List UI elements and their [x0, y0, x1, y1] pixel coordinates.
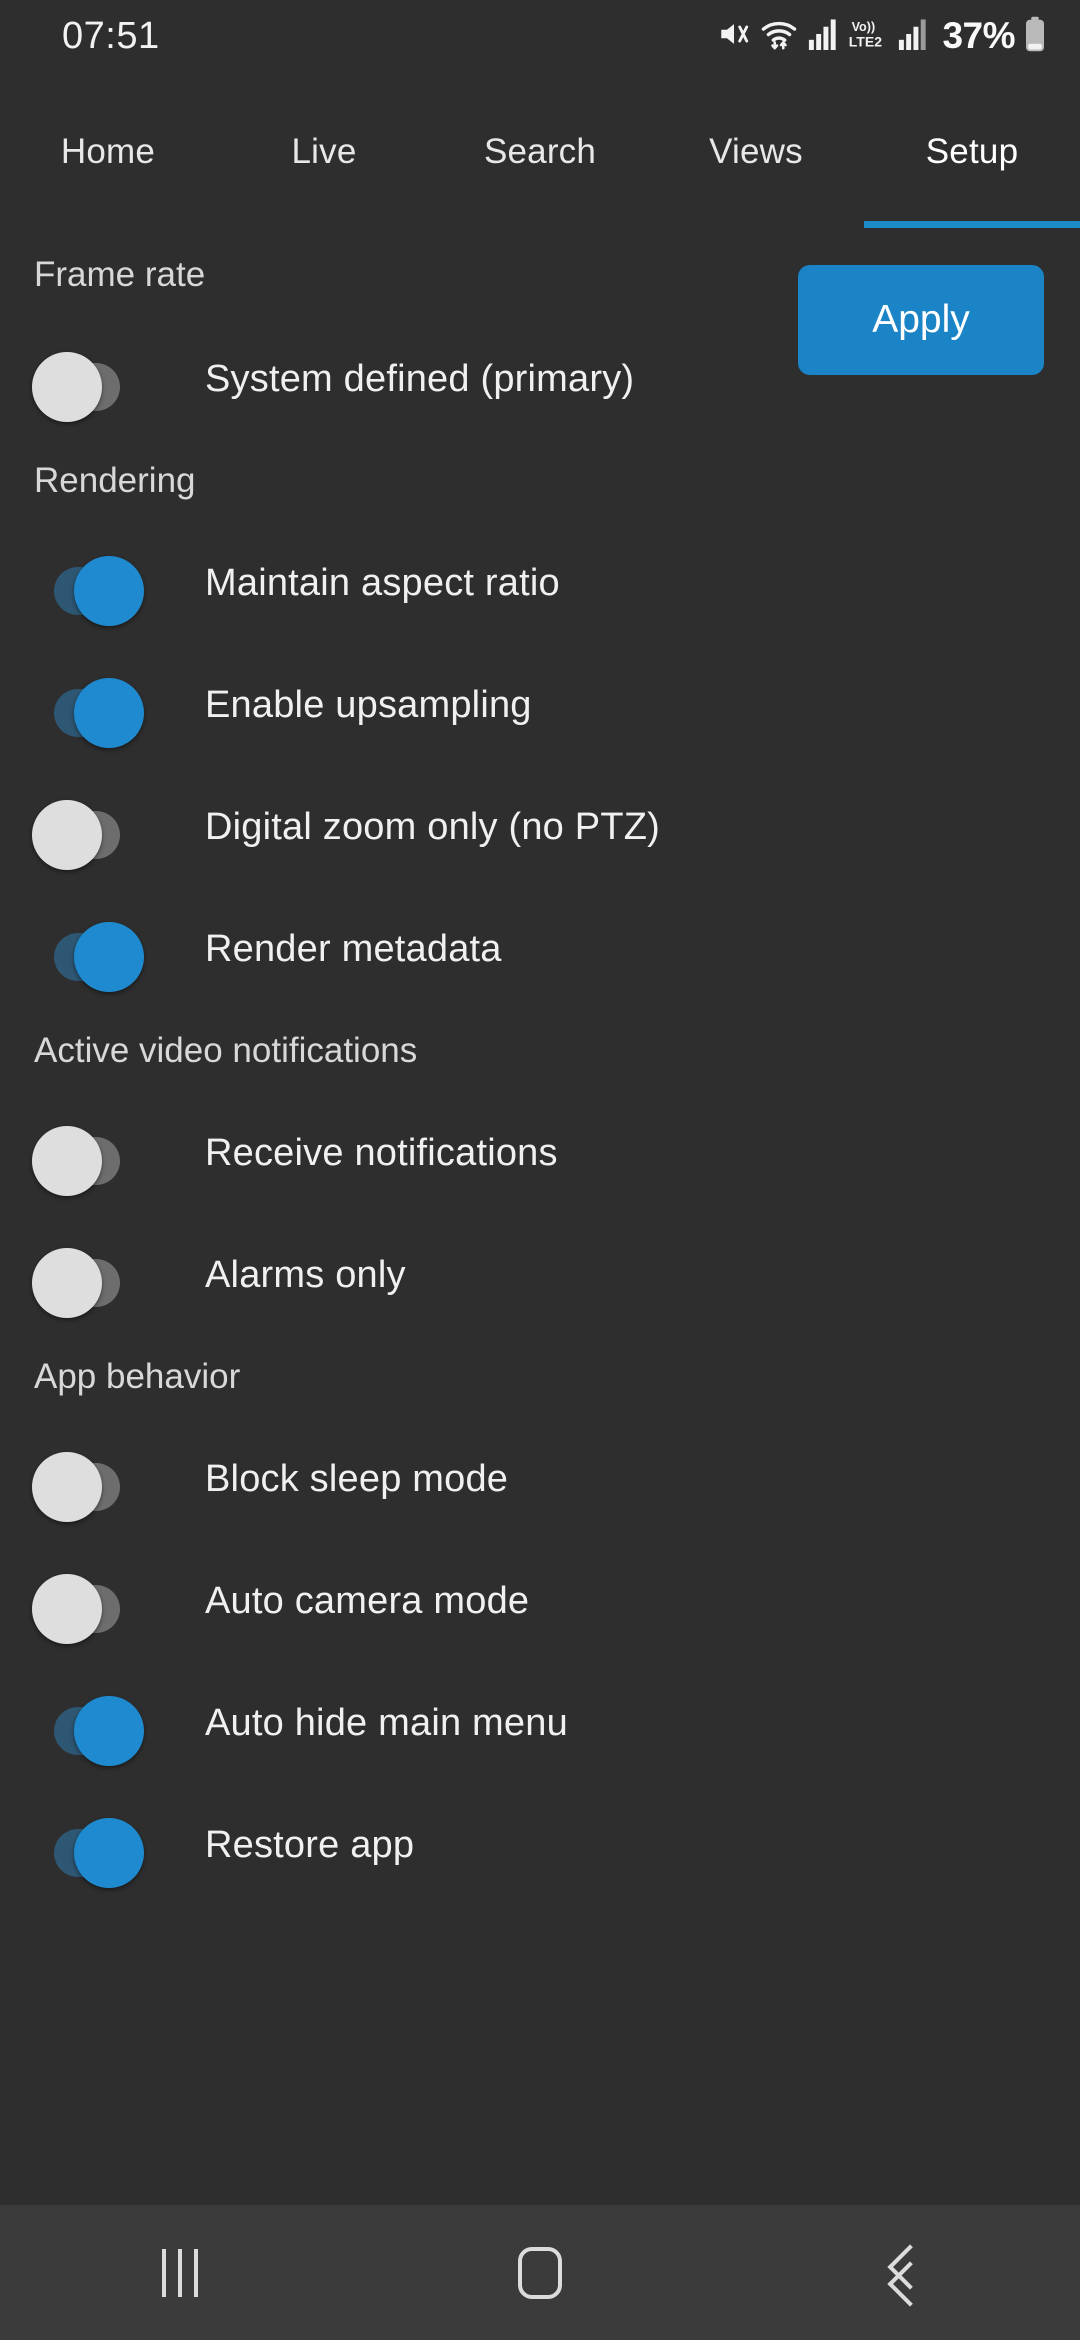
- status-clock: 07:51: [62, 14, 160, 57]
- toggle-thumb: [74, 678, 144, 748]
- setting-label: Receive notifications: [205, 1131, 558, 1174]
- signal-bars-2-icon: [897, 18, 927, 55]
- setting-row-restore-app[interactable]: Restore app: [0, 1784, 1080, 1906]
- toggle-thumb: [74, 1818, 144, 1888]
- setting-label: Auto camera mode: [205, 1579, 530, 1622]
- setting-row-maintain-aspect-ratio[interactable]: Maintain aspect ratio: [0, 522, 1080, 644]
- toggle-auto-camera-mode[interactable]: [32, 1566, 128, 1644]
- tab-live[interactable]: Live: [216, 72, 432, 232]
- status-icons: Vo)) LTE2 37%: [717, 15, 1046, 57]
- toggle-thumb: [32, 1126, 102, 1196]
- recents-button[interactable]: [0, 2205, 360, 2340]
- tab-setup[interactable]: Setup: [864, 72, 1080, 232]
- toggle-thumb: [74, 1696, 144, 1766]
- toggle-thumb: [32, 352, 102, 422]
- battery-icon: [1024, 16, 1046, 57]
- tab-views-label: Views: [709, 132, 803, 171]
- setting-label: System defined (primary): [205, 357, 635, 400]
- svg-text:Vo)): Vo)): [852, 20, 876, 34]
- toggle-alarms-only[interactable]: [32, 1240, 128, 1318]
- setting-row-system-defined[interactable]: System defined (primary): [0, 318, 1080, 440]
- toggle-maintain-aspect-ratio[interactable]: [32, 548, 144, 626]
- back-button[interactable]: [720, 2205, 1080, 2340]
- toggle-thumb: [74, 556, 144, 626]
- tab-setup-label: Setup: [925, 132, 1019, 171]
- setting-label: Restore app: [205, 1823, 415, 1866]
- setting-row-auto-camera-mode[interactable]: Auto camera mode: [0, 1540, 1080, 1662]
- setting-label: Digital zoom only (no PTZ): [205, 805, 661, 848]
- battery-percent-label: 37%: [942, 15, 1015, 56]
- setting-row-render-metadata[interactable]: Render metadata: [0, 888, 1080, 1010]
- status-bar: 07:51 Vo)) LTE2 37%: [0, 0, 1080, 72]
- toggle-restore-app[interactable]: [32, 1810, 144, 1888]
- main-tab-bar: Home Live Search Views Setup: [0, 72, 1080, 232]
- toggle-enable-upsampling[interactable]: [32, 670, 144, 748]
- tab-search-label: Search: [483, 132, 597, 171]
- wifi-icon: [760, 17, 798, 56]
- system-navigation-bar: [0, 2205, 1080, 2340]
- toggle-thumb: [74, 922, 144, 992]
- section-title: Active video notifications: [34, 1031, 418, 1070]
- tab-row: Home Live Search Views Setup: [0, 72, 1080, 232]
- mute-icon: [717, 17, 751, 56]
- tab-views[interactable]: Views: [648, 72, 864, 232]
- section-header-active-video-notifications: Active video notifications: [0, 1010, 1080, 1092]
- tab-home[interactable]: Home: [0, 72, 216, 232]
- setting-label: Maintain aspect ratio: [205, 561, 560, 604]
- tab-live-label: Live: [291, 132, 357, 171]
- tab-search[interactable]: Search: [432, 72, 648, 232]
- toggle-thumb: [32, 1452, 102, 1522]
- toggle-thumb: [32, 1248, 102, 1318]
- tab-home-label: Home: [60, 132, 156, 171]
- toggle-receive-notifications[interactable]: [32, 1118, 128, 1196]
- toggle-block-sleep-mode[interactable]: [32, 1444, 128, 1522]
- setting-label: Block sleep mode: [205, 1457, 509, 1500]
- home-button[interactable]: [360, 2205, 720, 2340]
- setting-row-auto-hide-main-menu[interactable]: Auto hide main menu: [0, 1662, 1080, 1784]
- toggle-auto-hide-main-menu[interactable]: [32, 1688, 144, 1766]
- toggle-thumb: [32, 1574, 102, 1644]
- section-header-frame-rate: Frame rate: [0, 232, 1080, 318]
- section-title: App behavior: [34, 1357, 241, 1396]
- signal-bars-icon: [807, 18, 837, 55]
- settings-list: Frame rate System defined (primary) Rend…: [0, 232, 1080, 2205]
- setting-label: Auto hide main menu: [205, 1701, 568, 1744]
- setting-row-alarms-only[interactable]: Alarms only: [0, 1214, 1080, 1336]
- section-header-rendering: Rendering: [0, 440, 1080, 522]
- toggle-render-metadata[interactable]: [32, 914, 144, 992]
- section-title: Frame rate: [34, 255, 206, 294]
- setting-row-block-sleep-mode[interactable]: Block sleep mode: [0, 1418, 1080, 1540]
- setting-row-receive-notifications[interactable]: Receive notifications: [0, 1092, 1080, 1214]
- setting-label: Alarms only: [205, 1253, 406, 1296]
- toggle-thumb: [32, 800, 102, 870]
- home-icon: [518, 2246, 562, 2299]
- tab-setup-indicator: [864, 221, 1080, 228]
- setting-row-digital-zoom-only[interactable]: Digital zoom only (no PTZ): [0, 766, 1080, 888]
- section-header-app-behavior: App behavior: [0, 1336, 1080, 1418]
- svg-text:LTE2: LTE2: [849, 33, 882, 49]
- back-chevron-icon: [880, 2244, 920, 2302]
- section-title: Rendering: [34, 461, 196, 500]
- setting-label: Enable upsampling: [205, 683, 532, 726]
- toggle-system-defined[interactable]: [32, 344, 128, 422]
- toggle-digital-zoom-only[interactable]: [32, 792, 128, 870]
- volte2-icon: Vo)) LTE2: [846, 17, 888, 56]
- setting-label: Render metadata: [205, 927, 502, 970]
- setting-row-enable-upsampling[interactable]: Enable upsampling: [0, 644, 1080, 766]
- recents-icon: [162, 2248, 198, 2297]
